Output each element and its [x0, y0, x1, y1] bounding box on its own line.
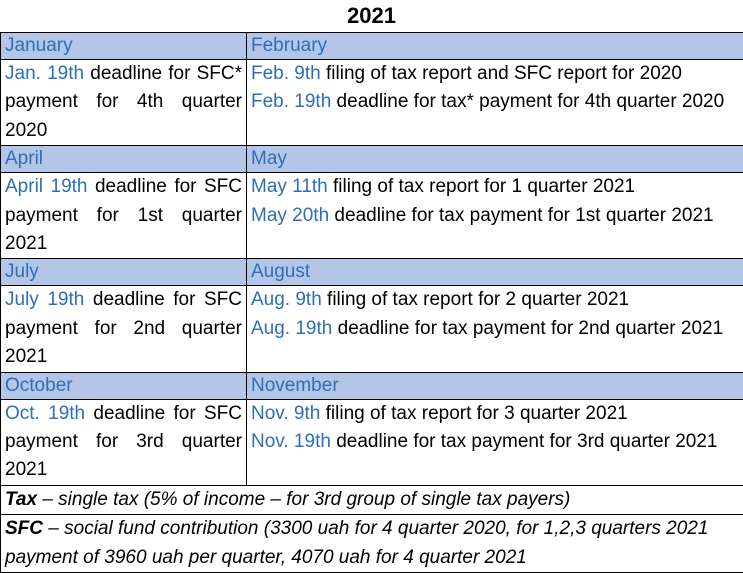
january-deadline: Jan. 19th deadline for SFC* payment for …: [1, 60, 247, 146]
deadline-item: Nov. 19th deadline for tax payment for 3…: [251, 428, 739, 456]
deadline-text: deadline for tax payment for 3rd quarter…: [331, 431, 718, 452]
november-deadlines: Nov. 9th filing of tax report for 3 quar…: [247, 399, 743, 485]
deadline-item: May 20th deadline for tax payment for 1s…: [251, 202, 739, 230]
february-deadlines: Feb. 9th filing of tax report and SFC re…: [247, 60, 743, 146]
deadline-date: Aug. 19th: [251, 318, 332, 339]
deadline-row: Oct. 19th deadline for SFC payment for 3…: [1, 399, 743, 485]
deadline-date: Feb. 9th: [251, 63, 321, 84]
deadline-date: July 19th: [5, 289, 84, 310]
july-deadline: July 19th deadline for SFC payment for 2…: [1, 286, 247, 372]
month-july: July: [1, 259, 247, 286]
deadline-item: Nov. 9th filing of tax report for 3 quar…: [251, 400, 739, 428]
deadline-item: Feb. 9th filing of tax report and SFC re…: [251, 60, 739, 88]
month-header-row: October November: [1, 372, 743, 399]
deadline-date: May 11th: [251, 176, 328, 197]
tax-calendar-table: January February Jan. 19th deadline for …: [0, 32, 743, 573]
tax-note: Tax – single tax (5% of income – for 3rd…: [1, 485, 743, 514]
month-may: May: [247, 146, 743, 173]
deadline-row: April 19th deadline for SFC payment for …: [1, 173, 743, 259]
deadline-date: Nov. 19th: [251, 431, 331, 452]
month-header-row: July August: [1, 259, 743, 286]
month-november: November: [247, 372, 743, 399]
deadline-row: Jan. 19th deadline for SFC* payment for …: [1, 60, 743, 146]
october-deadline: Oct. 19th deadline for SFC payment for 3…: [1, 399, 247, 485]
deadline-text: filing of tax report and SFC report for …: [321, 63, 682, 84]
deadline-text: filing of tax report for 3 quarter 2021: [320, 403, 627, 424]
month-august: August: [247, 259, 743, 286]
month-january: January: [1, 33, 247, 60]
deadline-row: July 19th deadline for SFC payment for 2…: [1, 286, 743, 372]
month-april: April: [1, 146, 247, 173]
sfc-definition: – social fund contribution (3300 uah for…: [5, 518, 708, 567]
sfc-note: SFC – social fund contribution (3300 uah…: [1, 515, 743, 573]
deadline-date: April 19th: [5, 176, 87, 197]
deadline-text: deadline for tax payment for 2nd quarter…: [332, 318, 723, 339]
deadline-date: Feb. 19th: [251, 91, 331, 112]
deadline-item: May 11th filing of tax report for 1 quar…: [251, 173, 739, 201]
may-deadlines: May 11th filing of tax report for 1 quar…: [247, 173, 743, 259]
note-row: SFC – social fund contribution (3300 uah…: [1, 515, 743, 573]
month-header-row: April May: [1, 146, 743, 173]
tax-definition: – single tax (5% of income – for 3rd gro…: [37, 489, 570, 510]
august-deadlines: Aug. 9th filing of tax report for 2 quar…: [247, 286, 743, 372]
page-title: 2021: [0, 0, 743, 32]
note-row: Tax – single tax (5% of income – for 3rd…: [1, 485, 743, 514]
deadline-text: filing of tax report for 2 quarter 2021: [322, 289, 629, 310]
deadline-item: Feb. 19th deadline for tax* payment for …: [251, 88, 739, 116]
deadline-text: filing of tax report for 1 quarter 2021: [328, 176, 635, 197]
deadline-text: deadline for tax* payment for 4th quarte…: [331, 91, 724, 112]
month-february: February: [247, 33, 743, 60]
deadline-text: deadline for tax payment for 1st quarter…: [329, 205, 713, 226]
deadline-item: Aug. 9th filing of tax report for 2 quar…: [251, 286, 739, 314]
deadline-date: May 20th: [251, 205, 329, 226]
deadline-date: Jan. 19th: [5, 63, 84, 84]
deadline-date: Aug. 9th: [251, 289, 322, 310]
month-header-row: January February: [1, 33, 743, 60]
sfc-term: SFC: [5, 518, 43, 539]
deadline-date: Oct. 19th: [5, 403, 85, 424]
tax-term: Tax: [5, 489, 37, 510]
month-october: October: [1, 372, 247, 399]
deadline-item: Aug. 19th deadline for tax payment for 2…: [251, 315, 739, 343]
deadline-date: Nov. 9th: [251, 403, 320, 424]
april-deadline: April 19th deadline for SFC payment for …: [1, 173, 247, 259]
